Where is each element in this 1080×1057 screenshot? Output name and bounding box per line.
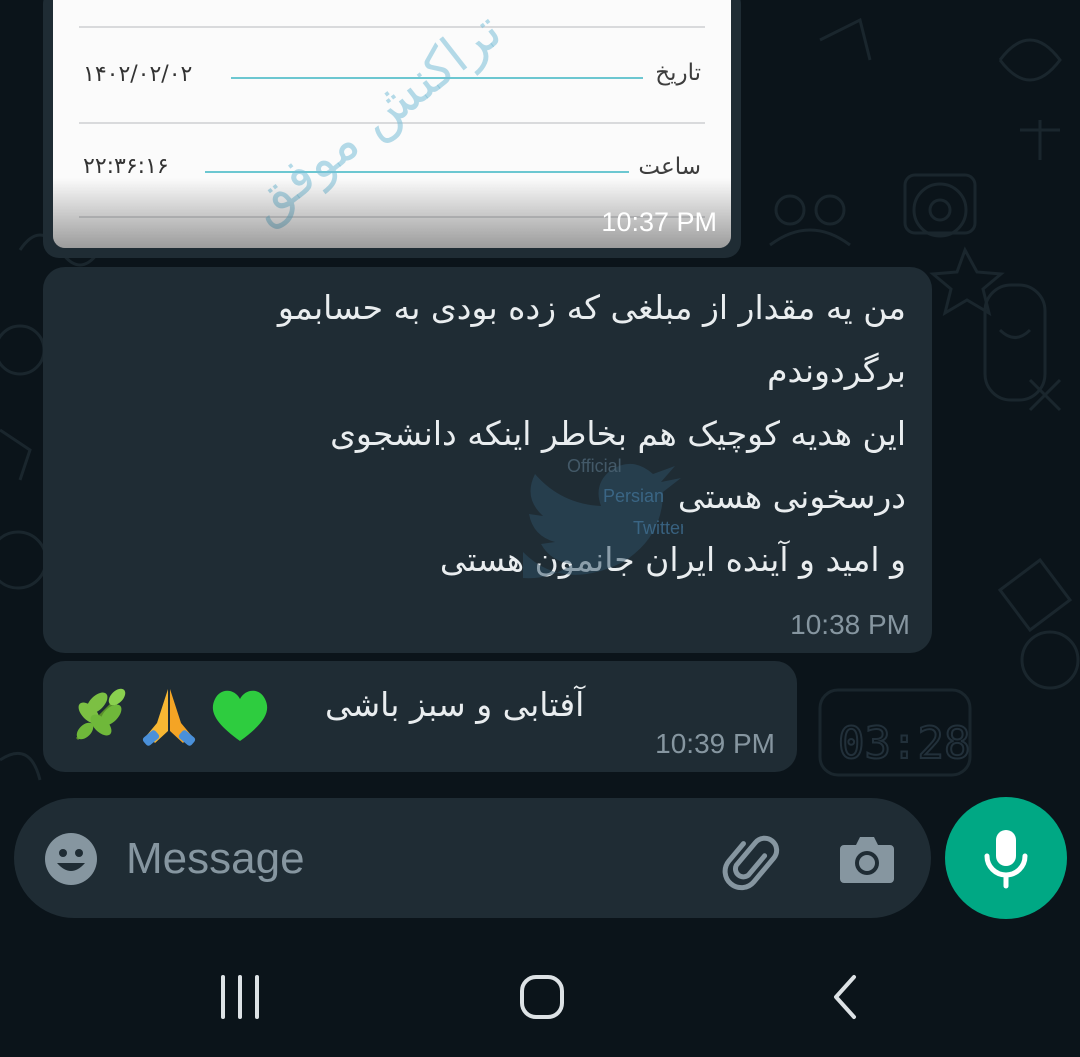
chat-background: 03:28 تاریخ ۱۴۰۲/۰۲/۰۲ ساعت ۲۲:۳۶:۱۶ ترا…	[0, 0, 1080, 935]
receipt-time-value: ۲۲:۳۶:۱۶	[83, 154, 169, 179]
back-button[interactable]	[800, 965, 890, 1029]
message-text: من یه مقدار از مبلغی که زده بودی به حساب…	[46, 276, 906, 591]
message-composer	[14, 798, 931, 918]
image-message-bubble[interactable]: تاریخ ۱۴۰۲/۰۲/۰۲ ساعت ۲۲:۳۶:۱۶ تراکنش مو…	[43, 0, 741, 258]
mic-icon	[984, 830, 1028, 889]
home-icon	[520, 975, 564, 1019]
back-icon	[834, 975, 856, 1019]
watermark-word: Twitter	[633, 518, 683, 538]
message-line: و امید و آینده ایران جانمون هستی	[439, 540, 906, 579]
receipt-image[interactable]: تاریخ ۱۴۰۲/۰۲/۰۲ ساعت ۲۲:۳۶:۱۶ تراکنش مو…	[53, 0, 731, 248]
message-text: آفتابی و سبز باشی	[325, 685, 585, 724]
watermark-word: Official	[567, 456, 622, 476]
message-line: برگردوندم	[767, 351, 906, 390]
attach-icon[interactable]	[720, 830, 782, 892]
receipt-divider	[79, 26, 705, 28]
receipt-time-label: ساعت	[638, 154, 701, 180]
message-line: من یه مقدار از مبلغی که زده بودی به حساب…	[277, 288, 906, 327]
svg-text:03:28: 03:28	[838, 718, 970, 769]
home-button[interactable]	[497, 965, 587, 1029]
system-nav-bar	[0, 935, 1080, 1057]
twitter-bird-watermark: Official Persian Twitter	[523, 456, 683, 579]
mic-button[interactable]	[945, 797, 1067, 919]
receipt-date-value: ۱۴۰۲/۰۲/۰۲	[83, 62, 193, 87]
recents-button[interactable]	[195, 965, 285, 1029]
folded-hands-emoji-icon	[142, 689, 196, 746]
recents-icon	[221, 975, 259, 1019]
message-timestamp: 10:38 PM	[790, 609, 910, 640]
camera-icon[interactable]	[836, 830, 898, 888]
message-bubble[interactable]: آفتابی و سبز باشی 10:39 PM	[43, 661, 797, 772]
message-line: این هدیه کوچیک هم بخاطر اینکه دانشجوی	[330, 414, 906, 453]
green-heart-emoji-icon	[212, 690, 268, 741]
message-timestamp: 10:39 PM	[655, 728, 775, 759]
receipt-date-label: تاریخ	[655, 60, 701, 86]
message-line: درسخونی هستی	[677, 477, 906, 516]
watermark-word: Persian	[603, 486, 664, 506]
message-bubble[interactable]: من یه مقدار از مبلغی که زده بودی به حساب…	[43, 267, 932, 653]
message-input[interactable]	[124, 820, 688, 898]
message-timestamp: 10:37 PM	[601, 207, 717, 237]
herb-emoji-icon	[75, 688, 126, 741]
emoji-group	[67, 683, 273, 747]
emoji-icon[interactable]	[42, 830, 100, 888]
